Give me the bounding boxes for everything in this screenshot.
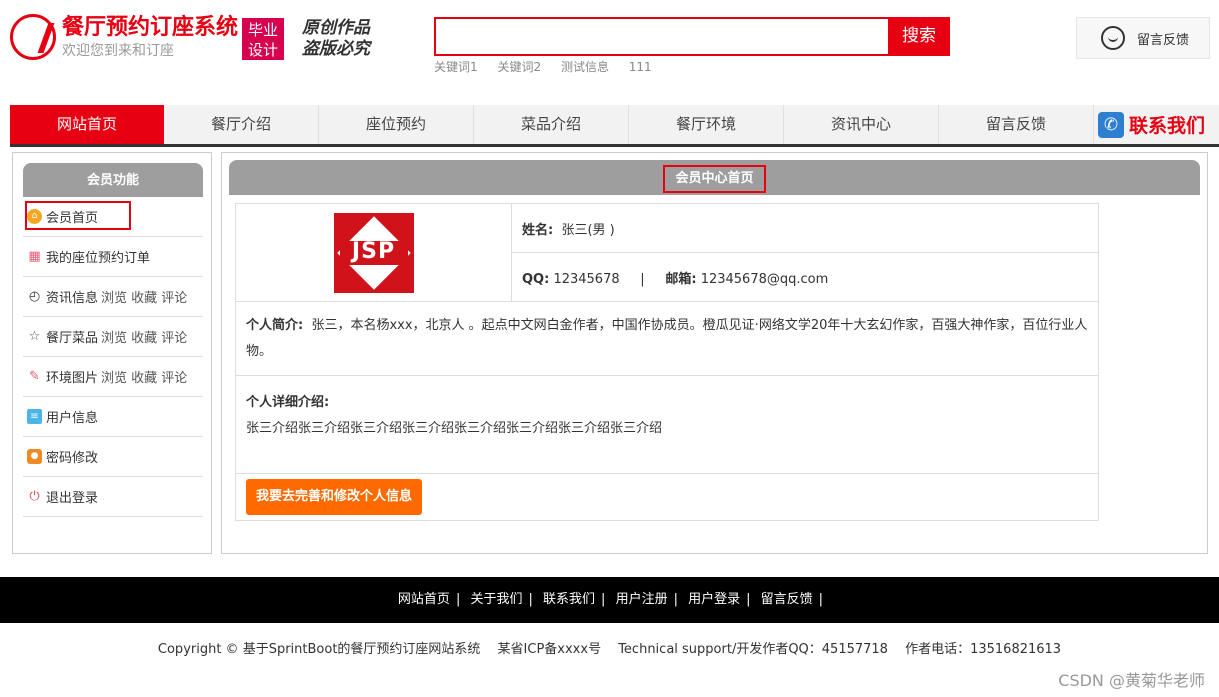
contact-us-label: 联系我们 xyxy=(1129,115,1206,137)
logo-subtitle: 欢迎您到来和订座 xyxy=(62,43,174,59)
intro-value: 张三，本名杨xxx，北京人 。起点中文网白金作者，中国作协成员。橙瓜见证·网络文… xyxy=(246,317,1088,359)
avatar: JSP xyxy=(333,212,414,293)
phone-icon: ✆ xyxy=(1098,111,1124,138)
sidebar-item-label: 我的座位预约订单 xyxy=(46,251,151,266)
profile-table: JSP 姓名: 张三(男 ) QQ: 12345678 | 邮箱: 123456… xyxy=(235,203,1099,521)
star-icon: ☆ xyxy=(28,329,41,344)
sidebar-item-label: 密码修改 xyxy=(46,451,99,466)
slogan: 原创作品 盗版必究 xyxy=(302,18,370,60)
nav-item-news[interactable]: 资讯中心 xyxy=(784,105,939,144)
hot-keyword[interactable]: 测试信息 xyxy=(561,60,609,74)
sidebar-item-extra[interactable]: 浏览 收藏 评论 xyxy=(101,327,187,346)
footer-links: 网站首页 | 关于我们 | 联系我们 | 用户注册 | 用户登录 | 留言反馈 | xyxy=(0,577,1219,623)
email-value: 12345678@qq.com xyxy=(700,271,829,287)
site-header: 餐厅预约订座系统 欢迎您到来和订座 毕业 设计 原创作品 盗版必究 搜索 关键词… xyxy=(0,0,1219,100)
hot-keyword[interactable]: 关键词2 xyxy=(497,60,541,74)
footer-link-about[interactable]: 关于我们 xyxy=(470,592,522,607)
main-nav: 网站首页 餐厅介绍 座位预约 菜品介绍 餐厅环境 资讯中心 留言反馈 ✆ 联系我… xyxy=(10,105,1219,147)
sidebar-item-env-images[interactable]: ✎ 环境图片 浏览 收藏 评论 xyxy=(23,357,203,397)
search-box: 搜索 xyxy=(434,17,950,56)
footer-link-feedback[interactable]: 留言反馈 xyxy=(761,592,813,607)
member-sidebar: 会员功能 ⌂ 会员首页 ▦ 我的座位预约订单 ◴ 资讯信息 浏览 收藏 评论 ☆… xyxy=(12,152,212,554)
edit-icon: ✎ xyxy=(29,369,40,384)
action-row: 我要去完善和修改个人信息 xyxy=(235,473,1099,521)
graduation-badge: 毕业 设计 xyxy=(242,18,285,60)
name-label: 姓名: xyxy=(522,222,554,238)
grid-icon: ▦ xyxy=(28,249,41,264)
badge-line2: 设计 xyxy=(248,41,279,59)
edit-profile-button[interactable]: 我要去完善和修改个人信息 xyxy=(246,479,423,515)
footer-link-register[interactable]: 用户注册 xyxy=(616,592,668,607)
sidebar-item-label: 资讯信息 xyxy=(46,291,99,306)
logo-title: 餐厅预约订座系统 xyxy=(62,15,239,40)
sidebar-item-label: 退出登录 xyxy=(46,491,99,506)
contact-row: QQ: 12345678 | 邮箱: 12345678@qq.com xyxy=(511,252,1099,302)
panel-header: 会员中心首页 xyxy=(229,160,1200,195)
nav-item-dishes[interactable]: 菜品介绍 xyxy=(474,105,629,144)
badge-line1: 毕业 xyxy=(248,21,279,39)
intro-label: 个人简介: xyxy=(246,317,304,333)
feedback-button[interactable]: 留言反馈 xyxy=(1076,17,1210,59)
avatar-cell: JSP xyxy=(235,203,512,302)
sidebar-item-extra[interactable]: 浏览 收藏 评论 xyxy=(101,367,187,386)
search-input[interactable] xyxy=(436,19,888,54)
nav-item-feedback[interactable]: 留言反馈 xyxy=(939,105,1094,144)
sidebar-item-user-info[interactable]: ≡ 用户信息 xyxy=(23,397,203,437)
nav-item-home[interactable]: 网站首页 xyxy=(10,105,164,144)
sidebar-item-extra[interactable]: 浏览 收藏 评论 xyxy=(101,287,187,306)
copyright: Copyright © 基于SprintBoot的餐厅预约订座网站系统 某省IC… xyxy=(157,642,1062,657)
qq-label: QQ: xyxy=(522,271,550,287)
sidebar-item-member-home[interactable]: ⌂ 会员首页 xyxy=(23,197,203,237)
site-logo[interactable]: 餐厅预约订座系统 欢迎您到来和订座 毕业 设计 原创作品 盗版必究 xyxy=(10,14,370,60)
nav-item-restaurant-intro[interactable]: 餐厅介绍 xyxy=(164,105,319,144)
sidebar-item-news[interactable]: ◴ 资讯信息 浏览 收藏 评论 xyxy=(23,277,203,317)
qq-value: 12345678 xyxy=(553,271,620,287)
nav-item-seat-booking[interactable]: 座位预约 xyxy=(319,105,474,144)
detail-row: 个人详细介绍: 张三介绍张三介绍张三介绍张三介绍张三介绍张三介绍张三介绍张三介绍 xyxy=(235,375,1099,474)
contact-us-link[interactable]: ✆ 联系我们 xyxy=(1098,105,1205,144)
search-button[interactable]: 搜索 xyxy=(888,17,950,56)
name-value: 张三(男 ) xyxy=(561,222,615,238)
sidebar-item-label: 餐厅菜品 xyxy=(46,331,99,346)
intro-row: 个人简介: 张三，本名杨xxx，北京人 。起点中文网白金作者，中国作协成员。橙瓜… xyxy=(235,301,1099,376)
logo-mark-icon xyxy=(10,14,56,60)
avatar-text: JSP xyxy=(351,238,396,264)
page-title: 会员中心首页 xyxy=(663,165,766,193)
hot-keyword[interactable]: 111 xyxy=(629,60,652,74)
footer-link-contact[interactable]: 联系我们 xyxy=(543,592,595,607)
detail-value: 张三介绍张三介绍张三介绍张三介绍张三介绍张三介绍张三介绍张三介绍 xyxy=(246,421,663,436)
hot-keywords: 关键词1 关键词2 测试信息 111 xyxy=(434,58,668,75)
power-icon: ⏻ xyxy=(29,489,40,504)
sidebar-item-password[interactable]: ● 密码修改 xyxy=(23,437,203,477)
member-main-panel: 会员中心首页 JSP 姓名: 张三(男 ) QQ: 12345678 | 邮箱:… xyxy=(221,152,1208,554)
watermark: CSDN @黄菊华老师 xyxy=(1058,671,1205,690)
sidebar-item-logout[interactable]: ⏻ 退出登录 xyxy=(23,477,203,517)
history-icon: ◴ xyxy=(28,289,41,304)
footer-link-login[interactable]: 用户登录 xyxy=(688,592,740,607)
sidebar-item-dishes[interactable]: ☆ 餐厅菜品 浏览 收藏 评论 xyxy=(23,317,203,357)
clipboard-icon: ≡ xyxy=(27,409,42,424)
nav-item-environment[interactable]: 餐厅环境 xyxy=(629,105,784,144)
lock-icon: ● xyxy=(27,449,42,464)
slogan-line2: 盗版必究 xyxy=(302,39,371,59)
slogan-line1: 原创作品 xyxy=(302,18,371,38)
divider: | xyxy=(640,271,645,287)
email-label: 邮箱: xyxy=(665,271,697,287)
sidebar-item-my-orders[interactable]: ▦ 我的座位预约订单 xyxy=(23,237,203,277)
sidebar-item-label: 用户信息 xyxy=(46,411,99,426)
sidebar-item-label: 环境图片 xyxy=(46,371,99,386)
feedback-label: 留言反馈 xyxy=(1137,32,1190,48)
hot-keyword[interactable]: 关键词1 xyxy=(434,60,478,74)
detail-label: 个人详细介绍: xyxy=(246,395,330,410)
name-row: 姓名: 张三(男 ) xyxy=(511,203,1099,253)
customer-service-icon xyxy=(1101,26,1125,50)
sidebar-title: 会员功能 xyxy=(23,163,203,197)
footer-link-home[interactable]: 网站首页 xyxy=(398,592,450,607)
